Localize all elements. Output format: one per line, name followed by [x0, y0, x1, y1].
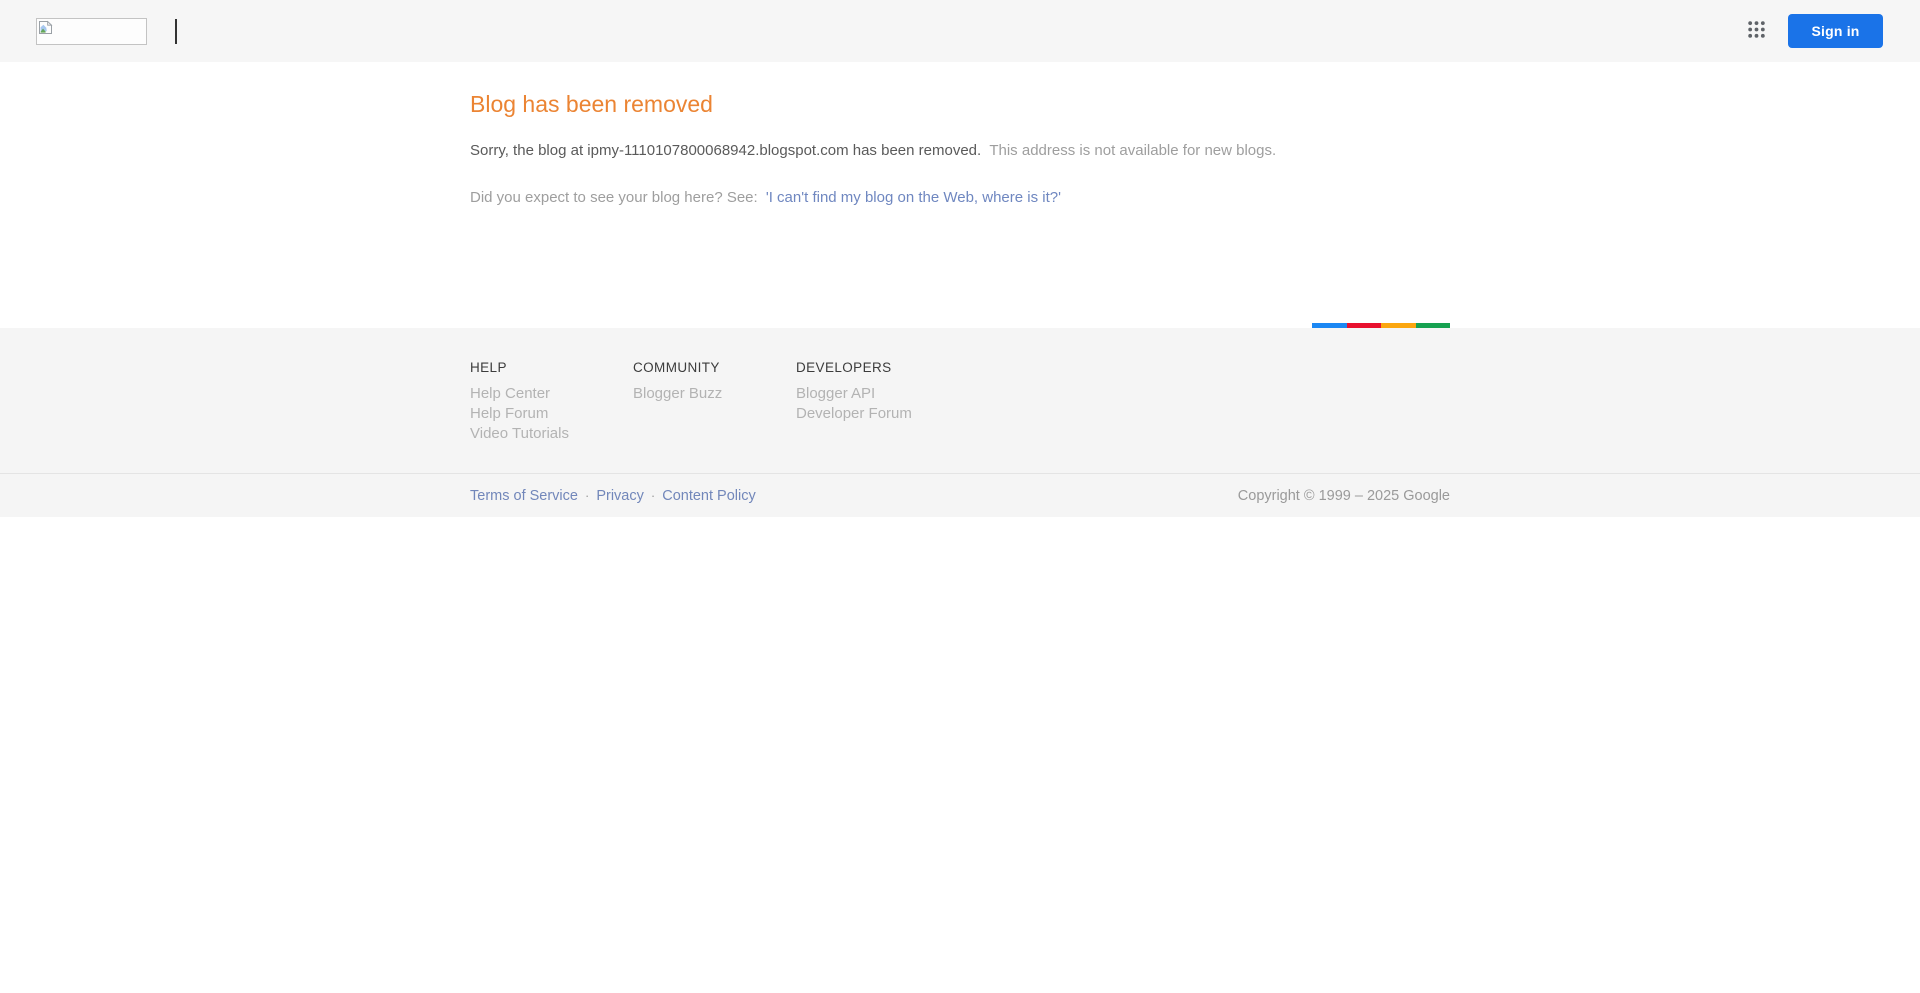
removal-message-secondary: This address is not available for new bl… [989, 142, 1277, 159]
footer-heading-help: HELP [470, 360, 507, 375]
developer-forum-link[interactable]: Developer Forum [796, 404, 959, 424]
header: Sign in [0, 0, 1920, 62]
footer-heading-community: COMMUNITY [633, 360, 720, 375]
removal-message-primary: Sorry, the blog at ipmy-1110107800068942… [470, 142, 982, 159]
colorbar-segment-yellow [1381, 323, 1416, 328]
blogger-api-link[interactable]: Blogger API [796, 384, 959, 404]
footer-column-developers: DEVELOPERS Blogger API Developer Forum [796, 360, 959, 444]
blog-logo-placeholder[interactable] [36, 17, 147, 45]
main-content: Blog has been removed Sorry, the blog at… [470, 62, 1450, 323]
legal-links: Terms of Service · Privacy · Content Pol… [470, 488, 756, 504]
footer-column-help: HELP Help Center Help Forum Video Tutori… [470, 360, 633, 444]
text-caret [175, 18, 177, 44]
cant-find-blog-link[interactable]: 'I can't find my blog on the Web, where … [766, 189, 1061, 206]
removal-message: Sorry, the blog at ipmy-1110107800068942… [470, 141, 1450, 160]
google-colorbar [1312, 323, 1450, 328]
blogger-buzz-link[interactable]: Blogger Buzz [633, 384, 796, 404]
help-question-text: Did you expect to see your blog here? Se… [470, 189, 758, 206]
footer-column-community: COMMUNITY Blogger Buzz [633, 360, 796, 444]
apps-grid-icon [1747, 20, 1766, 42]
colorbar-segment-red [1346, 323, 1381, 328]
google-apps-button[interactable] [1736, 11, 1776, 51]
bottom-bar: Terms of Service · Privacy · Content Pol… [0, 473, 1920, 517]
footer: HELP Help Center Help Forum Video Tutori… [0, 328, 1920, 473]
copyright-text: Copyright © 1999 – 2025 Google [1237, 487, 1450, 504]
help-forum-link[interactable]: Help Forum [470, 404, 633, 424]
link-separator: · [650, 488, 656, 503]
broken-image-icon [38, 20, 53, 40]
content-policy-link[interactable]: Content Policy [662, 488, 756, 504]
colorbar-segment-green [1415, 323, 1450, 328]
privacy-link[interactable]: Privacy [596, 488, 644, 504]
sign-in-button[interactable]: Sign in [1788, 14, 1883, 48]
colorbar-segment-blue [1312, 323, 1347, 328]
page-title: Blog has been removed [470, 91, 713, 117]
footer-columns: HELP Help Center Help Forum Video Tutori… [470, 328, 1450, 473]
help-center-link[interactable]: Help Center [470, 384, 633, 404]
help-question: Did you expect to see your blog here? Se… [470, 188, 1450, 207]
footer-heading-developers: DEVELOPERS [796, 360, 892, 375]
video-tutorials-link[interactable]: Video Tutorials [470, 424, 633, 444]
link-separator: · [584, 488, 590, 503]
terms-of-service-link[interactable]: Terms of Service [470, 488, 578, 504]
